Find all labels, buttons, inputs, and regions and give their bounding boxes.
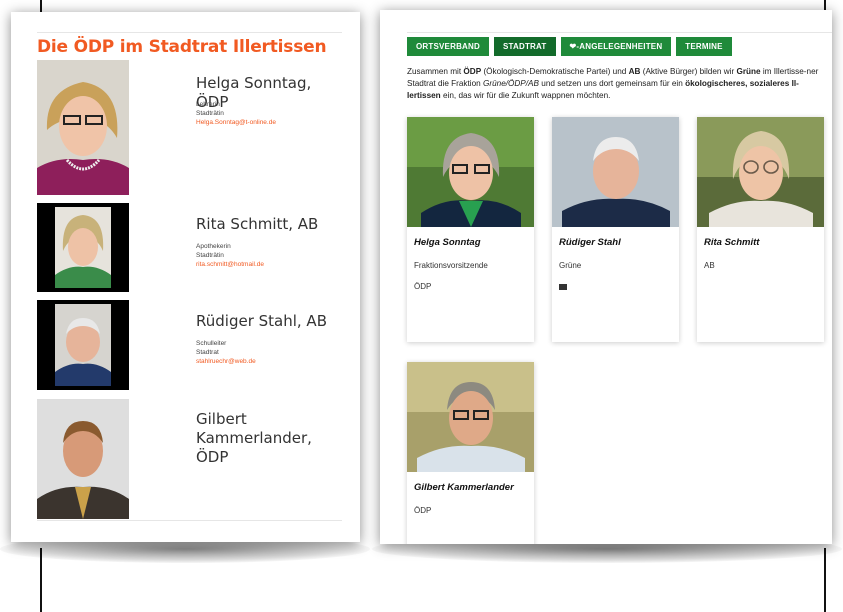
member-card-ruediger[interactable]: Rüdiger Stahl Grüne [552, 117, 679, 342]
nav-stadtrat[interactable]: STADTRAT [493, 37, 556, 56]
nav-ortsverband[interactable]: ORTSVERBAND [407, 37, 489, 56]
rita-photo [37, 203, 129, 292]
nav-herz-angelegenheiten[interactable]: ❤-ANGELEGENHEITEN [560, 37, 672, 56]
person-job: Schulleiter [196, 340, 227, 347]
intro-text-part: (Aktive Bürger) bilden wir [640, 67, 737, 76]
nav-bar: ORTSVERBAND STADTRAT ❤-ANGELEGENHEITEN T… [407, 37, 732, 56]
portrait-image [37, 300, 129, 390]
left-page: Die ÖDP im Stadtrat Illertissen Helga So… [11, 12, 360, 542]
member-card-rita[interactable]: Rita Schmitt AB [697, 117, 824, 342]
top-rule [37, 32, 342, 33]
person-name-rita: Rita Schmitt, AB [196, 215, 319, 233]
ruediger-photo [37, 300, 129, 390]
frame-line-left [40, 0, 42, 12]
portrait-image [552, 117, 679, 227]
intro-text-part: und setzen uns dort gemeinsam für ein [538, 79, 686, 88]
gilbert-photo [37, 399, 129, 519]
intro-italic: Grüne/ÖDP/AB [483, 79, 539, 88]
member-photo [407, 117, 534, 227]
person-office: Stadtrat [196, 349, 219, 356]
person-name-ruediger: Rüdiger Stahl, AB [196, 312, 327, 330]
portrait-image [407, 362, 534, 472]
email-link[interactable]: rita.schmitt@hotmail.de [196, 260, 264, 269]
portrait-image [37, 203, 129, 292]
person-job: Apothekerin [196, 243, 231, 250]
member-card-gilbert[interactable]: Gilbert Kammerlander ÖDP [407, 362, 534, 544]
email-link[interactable]: Helga.Sonntag@t-online.de [196, 118, 276, 127]
member-role: Grüne [559, 261, 582, 270]
member-party: ÖDP [414, 282, 432, 291]
member-photo [552, 117, 679, 227]
member-name: Rita Schmitt [704, 237, 760, 248]
envelope-icon[interactable] [559, 284, 567, 290]
top-rule [407, 32, 832, 33]
member-card-helga[interactable]: Helga Sonntag Fraktionsvorsitzende ÖDP [407, 117, 534, 342]
member-name: Gilbert Kammerlander [414, 482, 514, 493]
member-photo [407, 362, 534, 472]
email-link[interactable]: stahlruechr@web.de [196, 357, 256, 366]
nav-termine[interactable]: TERMINE [676, 37, 732, 56]
page-title: Die ÖDP im Stadtrat Illertissen [37, 37, 327, 57]
member-photo [697, 117, 824, 227]
intro-text: Zusammen mit ÖDP (Ökologisch-Demokratisc… [407, 66, 827, 102]
person-info-ruediger: Schulleiter Stadtrat stahlruechr@web.de [196, 339, 256, 366]
member-name: Helga Sonntag [414, 237, 481, 248]
portrait-image [37, 60, 129, 195]
person-info-helga: Lehrerin Stadträtin Helga.Sonntag@t-onli… [196, 100, 276, 127]
portrait-image [697, 117, 824, 227]
member-role: ÖDP [414, 506, 432, 515]
person-office: Stadträtin [196, 252, 224, 259]
intro-text-part: ein, das wir für die Zukunft wappnen möc… [440, 91, 611, 100]
intro-bold: AB [628, 67, 641, 76]
right-page: ORTSVERBAND STADTRAT ❤-ANGELEGENHEITEN T… [380, 10, 832, 544]
member-name: Rüdiger Stahl [559, 237, 621, 248]
person-info-rita: Apothekerin Stadträtin rita.schmitt@hotm… [196, 242, 264, 269]
portrait-image [37, 399, 129, 519]
helga-photo [37, 60, 129, 195]
intro-bold: Grüne [736, 67, 761, 76]
person-job: Lehrerin [196, 101, 220, 108]
member-role: Fraktionsvorsitzende [414, 261, 488, 270]
member-role: AB [704, 261, 715, 270]
intro-text-part: Zusammen mit [407, 67, 464, 76]
person-name-gilbert: Gilbert Kammerlander, ÖDP [196, 410, 312, 466]
bottom-rule [37, 520, 342, 521]
intro-text-part: (Ökologisch-Demokratische Partei) und [481, 67, 629, 76]
frame-line-right-bottom [824, 548, 826, 612]
portrait-image [407, 117, 534, 227]
person-office: Stadträtin [196, 110, 224, 117]
intro-bold: ÖDP [463, 67, 482, 76]
